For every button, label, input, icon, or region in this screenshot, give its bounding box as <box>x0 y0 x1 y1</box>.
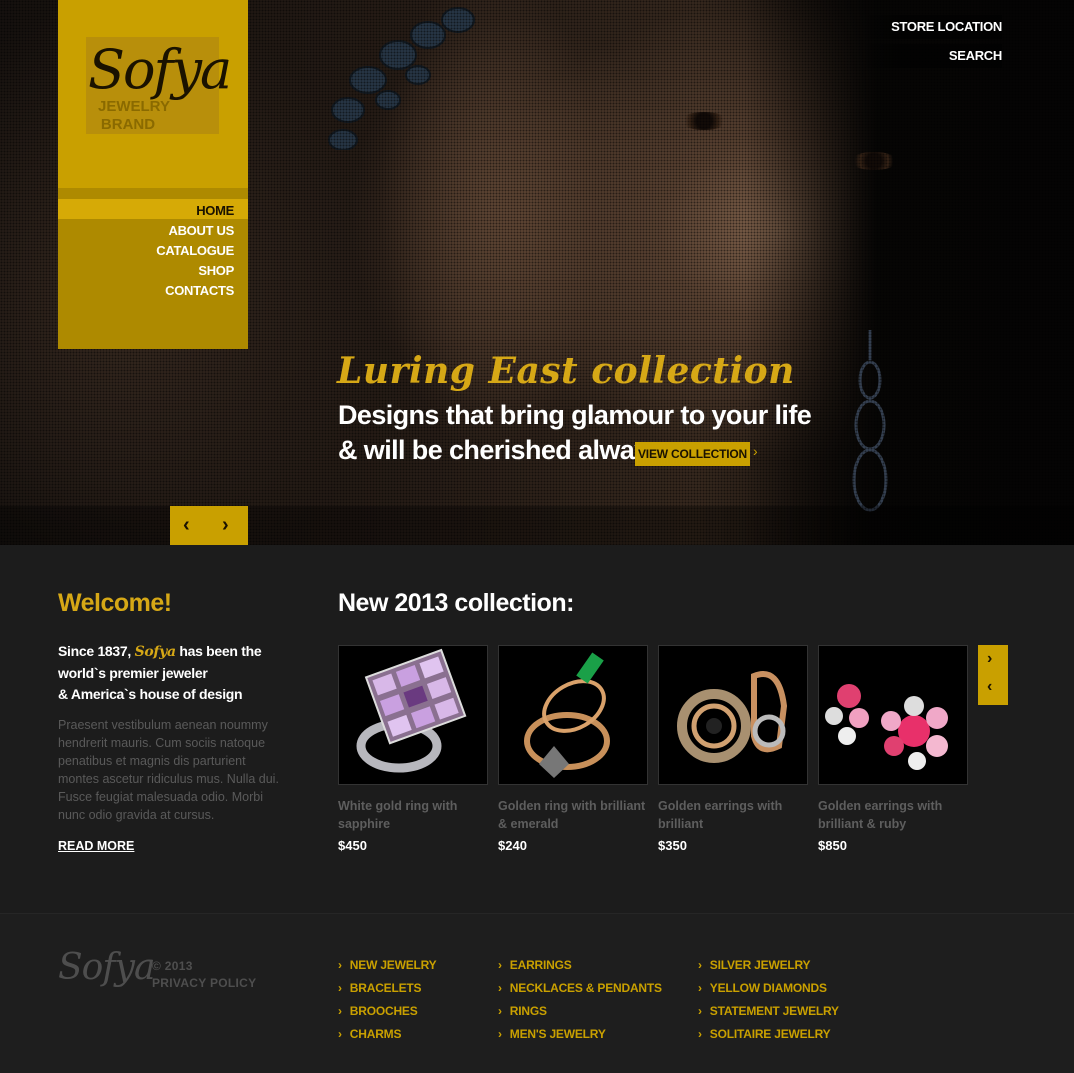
product-name[interactable]: White gold ring with sapphire <box>338 797 488 833</box>
footer-links-col-3: SILVER JEWELRY YELLOW DIAMONDS STATEMENT… <box>698 954 839 1046</box>
earring-image <box>852 330 888 512</box>
footer-link[interactable]: NECKLACES & PENDANTS <box>498 977 662 1000</box>
top-links: STORE LOCATION SEARCH <box>861 15 1002 73</box>
product-card[interactable]: Golden earrings with brilliant $350 <box>658 645 808 853</box>
footer-link[interactable]: EARRINGS <box>498 954 662 977</box>
logo-wordmark[interactable]: Sofya <box>88 38 232 101</box>
footer-link[interactable]: STATEMENT JEWELRY <box>698 1000 839 1023</box>
product-image-earrings[interactable] <box>658 645 808 785</box>
welcome-title: Welcome! <box>58 589 172 617</box>
footer-link[interactable]: CHARMS <box>338 1023 437 1046</box>
footer-links-col-1: NEW JEWELRY BRACELETS BROOCHES CHARMS <box>338 954 437 1046</box>
main-content: Welcome! Since 1837, Sofya has been the … <box>0 545 1074 913</box>
read-more-link[interactable]: READ MORE <box>58 839 134 853</box>
logo-subtitle-line1: JEWELRY <box>98 98 170 115</box>
nav-catalogue[interactable]: CATALOGUE <box>156 241 234 261</box>
footer-link[interactable]: SOLITAIRE JEWELRY <box>698 1023 839 1046</box>
welcome-lead-post: has been the <box>179 643 262 659</box>
store-location-link[interactable]: STORE LOCATION <box>861 15 1002 39</box>
main-nav: HOME ABOUT US CATALOGUE SHOP CONTACTS <box>156 201 234 301</box>
footer-link[interactable]: SILVER JEWELRY <box>698 954 839 977</box>
bracelet-image <box>328 7 475 150</box>
welcome-lead-line2: world`s premier jeweler <box>58 665 208 681</box>
welcome-lead-brand: Sofya <box>134 644 176 660</box>
product-name[interactable]: Golden earrings with brilliant <box>658 797 808 833</box>
footer-copyright-block: © 2013 PRIVACY POLICY <box>152 958 256 992</box>
footer-link[interactable]: MEN'S JEWELRY <box>498 1023 662 1046</box>
product-carousel-nav: › ‹ <box>978 645 1008 705</box>
footer-links-col-2: EARRINGS NECKLACES & PENDANTS RINGS MEN'… <box>498 954 662 1046</box>
earrings-brilliant-image <box>677 671 788 763</box>
hero-script-title: Luring East collection <box>337 350 795 392</box>
hero-line-1: Designs that bring glamour to your life <box>338 400 812 430</box>
footer-link[interactable]: NEW JEWELRY <box>338 954 437 977</box>
footer-link[interactable]: BRACELETS <box>338 977 437 1000</box>
chevron-right-icon[interactable]: › <box>987 650 992 668</box>
product-price: $850 <box>818 838 847 853</box>
nav-shop[interactable]: SHOP <box>156 261 234 281</box>
view-collection-button[interactable]: VIEW COLLECTION <box>635 442 750 466</box>
chevron-right-icon[interactable]: › <box>222 514 229 537</box>
search-link[interactable]: SEARCH <box>861 44 1002 68</box>
privacy-policy-link[interactable]: PRIVACY POLICY <box>152 975 256 992</box>
welcome-lead-line3: & America`s house of design <box>58 686 243 702</box>
logo-panel: Sofya JEWELRY BRAND HOME ABOUT US CATALO… <box>58 0 248 349</box>
footer: Sofya © 2013 PRIVACY POLICY NEW JEWELRY … <box>0 913 1074 1073</box>
product-price: $350 <box>658 838 687 853</box>
logo-subtitle-line2: BRAND <box>100 116 156 133</box>
ring-sapphire-image <box>356 648 467 773</box>
product-image-ring[interactable] <box>338 645 488 785</box>
nav-home[interactable]: HOME <box>156 201 234 221</box>
chevron-left-icon[interactable]: ‹ <box>987 678 992 696</box>
welcome-body: Praesent vestibulum aenean noummy hendre… <box>58 718 279 822</box>
ring-emerald-image <box>524 652 610 778</box>
footer-link[interactable]: YELLOW DIAMONDS <box>698 977 839 1000</box>
product-image-earrings[interactable] <box>818 645 968 785</box>
hero-bottom-strip <box>0 506 1074 545</box>
logo-subtitle: JEWELRY BRAND <box>98 98 170 134</box>
footer-copyright: © 2013 <box>152 959 193 973</box>
earrings-ruby-image <box>825 684 948 770</box>
chevron-left-icon[interactable]: ‹ <box>183 514 190 537</box>
hero-line-2: & will be cherished always <box>338 435 664 465</box>
product-name[interactable]: Golden earrings with brilliant & ruby <box>818 797 968 833</box>
product-card[interactable]: Golden earrings with brilliant & ruby $8… <box>818 645 968 853</box>
product-card[interactable]: Golden ring with brilliant & emerald $24… <box>498 645 648 853</box>
footer-logo[interactable]: Sofya <box>58 947 155 988</box>
product-name[interactable]: Golden ring with brilliant & emerald <box>498 797 648 833</box>
footer-link[interactable]: BROOCHES <box>338 1000 437 1023</box>
collection-title: New 2013 collection: <box>338 589 574 617</box>
nav-contacts[interactable]: CONTACTS <box>156 281 234 301</box>
welcome-lead-pre: Since 1837, <box>58 643 131 659</box>
chevron-right-icon: › <box>753 443 758 459</box>
welcome-lead: Since 1837, Sofya has been the world`s p… <box>58 641 288 705</box>
product-price: $240 <box>498 838 527 853</box>
hero-hair <box>744 0 1074 545</box>
product-price: $450 <box>338 838 367 853</box>
eye-left <box>680 112 728 130</box>
product-card[interactable]: White gold ring with sapphire $450 <box>338 645 488 853</box>
slider-nav: ‹ › <box>170 506 248 545</box>
footer-link[interactable]: RINGS <box>498 1000 662 1023</box>
product-image-ring[interactable] <box>498 645 648 785</box>
eye-right <box>850 152 898 170</box>
nav-about-us[interactable]: ABOUT US <box>156 221 235 241</box>
